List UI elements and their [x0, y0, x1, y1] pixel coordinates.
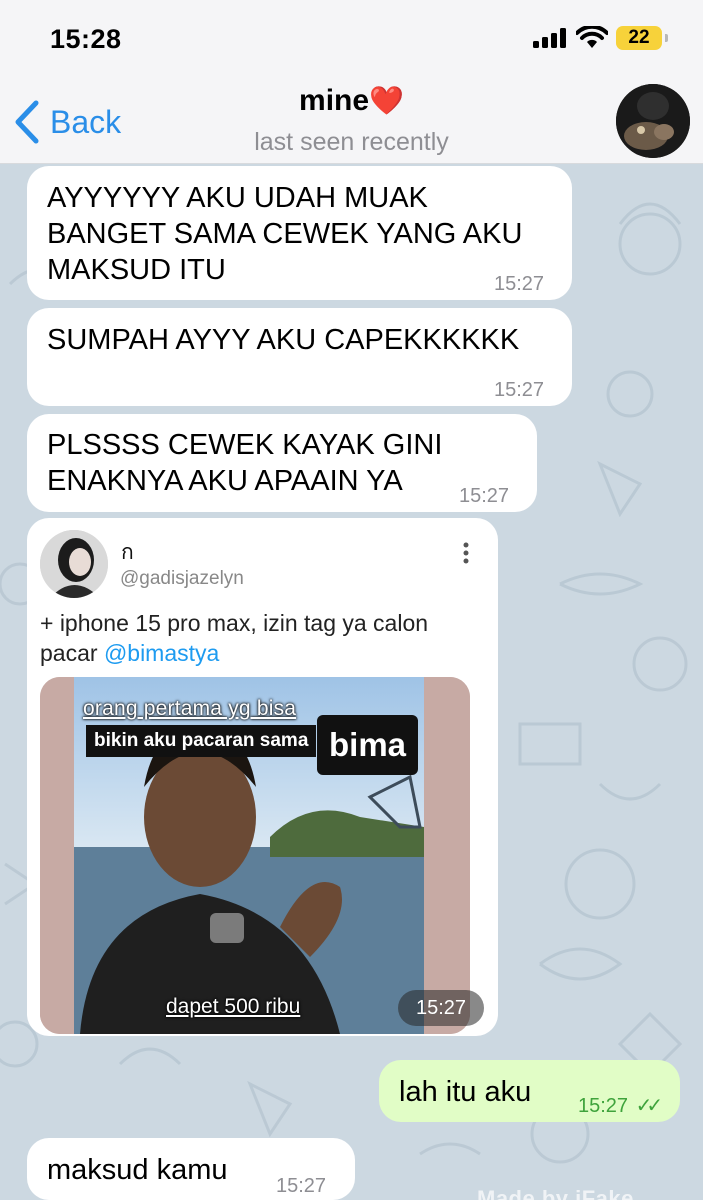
message-time-text: 15:27	[578, 1095, 629, 1117]
meme-caption-name: bima	[317, 715, 419, 775]
meme-caption-middle: bikin aku pacaran sama	[86, 725, 317, 757]
message-bubble-5[interactable]: maksud kamu 15:27	[27, 1138, 355, 1200]
chat-status: last seen recently	[254, 128, 449, 156]
message-text: AYYYYYY AKU UDAH MUAK BANGET SAMA CEWEK …	[47, 182, 523, 286]
watermark-text: Made by iFake	[477, 1186, 634, 1200]
battery-icon: 22	[616, 26, 668, 50]
post-avatar-image	[40, 530, 108, 598]
status-time: 15:28	[50, 24, 122, 54]
more-options-icon[interactable]	[462, 542, 470, 564]
message-time: 15:27	[494, 273, 545, 295]
message-bubble-2[interactable]: SUMPAH AYYY AKU CAPEKKKKKK 15:27	[27, 308, 572, 406]
chat-name-text: mine	[299, 84, 370, 117]
message-time: 15:27	[494, 379, 545, 401]
post-body: + iphone 15 pro max, izin tag ya calon p…	[40, 610, 429, 666]
media-time-badge: 15:27	[398, 990, 484, 1026]
wifi-icon	[576, 26, 608, 48]
read-receipt-icon: ✓✓	[635, 1095, 663, 1117]
post-author-handle: @gadisjazelyn	[120, 568, 244, 589]
contact-avatar[interactable]	[616, 84, 690, 158]
top-bar: 15:28 22 Back mine❤️ last seen recently	[0, 0, 703, 164]
message-time: 15:27	[459, 485, 510, 507]
message-time: 15:27 ✓✓	[578, 1088, 663, 1124]
message-text: PLSSSS CEWEK KAYAK GINI ENAKNYA AKU APAA…	[47, 429, 443, 497]
message-bubble-1[interactable]: AYYYYYY AKU UDAH MUAK BANGET SAMA CEWEK …	[27, 166, 572, 300]
post-author-avatar	[40, 530, 108, 598]
post-author-name: ก	[121, 541, 134, 564]
meme-caption-bottom: dapet 500 ribu	[166, 995, 301, 1018]
message-bubble-3[interactable]: PLSSSS CEWEK KAYAK GINI ENAKNYA AKU APAA…	[27, 414, 537, 512]
message-text: SUMPAH AYYY AKU CAPEKKKKKK	[47, 324, 520, 356]
heart-emoji-icon: ❤️	[369, 85, 404, 116]
post-mention-link[interactable]: @bimastya	[104, 640, 219, 666]
post-text: + iphone 15 pro max, izin tag ya calon p…	[40, 608, 480, 668]
chat-title[interactable]: mine❤️ last seen recently	[0, 84, 703, 157]
chat-name: mine❤️	[0, 84, 703, 118]
meme-caption-top: orang pertama yg bisa	[83, 697, 297, 720]
avatar-image	[616, 84, 690, 158]
message-time: 15:27	[276, 1175, 327, 1197]
battery-level: 22	[628, 27, 650, 48]
cellular-signal-icon	[533, 28, 566, 48]
message-bubble-outgoing[interactable]: lah itu aku 15:27 ✓✓	[379, 1060, 680, 1122]
